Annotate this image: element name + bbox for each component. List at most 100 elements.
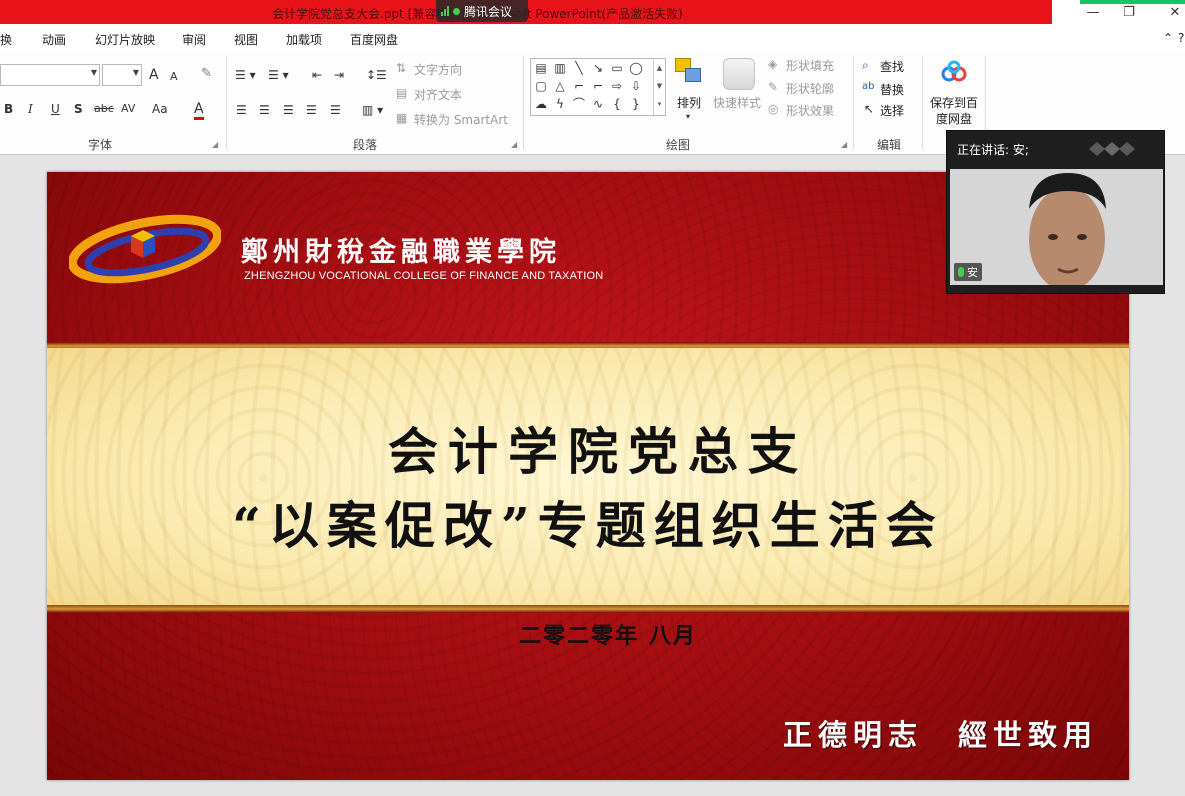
increase-indent-icon[interactable]: ⇥ bbox=[334, 68, 344, 82]
underline-button[interactable]: U bbox=[51, 102, 60, 116]
video-header: 正在讲话: 安; bbox=[947, 131, 1164, 167]
group-divider bbox=[523, 56, 524, 150]
tab-slideshow[interactable]: 幻灯片放映 bbox=[95, 31, 155, 48]
title-bar: 会计学院党总支大会.ppt [兼容模式] - Microsoft PowerPo… bbox=[0, 0, 1185, 26]
meeting-app-label: 腾讯会议 bbox=[464, 4, 513, 19]
collapse-ribbon-icon[interactable]: ⌃ bbox=[1163, 31, 1173, 45]
baidu-cloud-icon[interactable] bbox=[940, 60, 968, 84]
paragraph-group-label: 段落 bbox=[353, 138, 378, 152]
tab-transitions[interactable]: 换 bbox=[0, 31, 12, 48]
arrow-shape-icon[interactable]: ↘ bbox=[590, 61, 606, 75]
elbow-arrow-shape-icon[interactable]: ⌐ bbox=[590, 79, 606, 93]
text-direction-button[interactable]: 文字方向 bbox=[414, 61, 462, 78]
decrease-indent-icon[interactable]: ⇤ bbox=[312, 68, 322, 82]
meeting-indicator[interactable]: 腾讯会议 bbox=[436, 0, 528, 22]
arrange-button[interactable]: 排列 bbox=[677, 94, 701, 111]
font-dialog-launcher-icon[interactable]: ◢ bbox=[212, 140, 218, 149]
rounded-rect-shape-icon[interactable]: ▢ bbox=[533, 79, 549, 93]
slide-title-line2[interactable]: “以案促改”专题组织生活会 bbox=[47, 486, 1129, 558]
justify-icon[interactable]: ☰ bbox=[306, 103, 317, 117]
help-icon[interactable]: ? bbox=[1178, 31, 1185, 45]
text-shadow-button[interactable]: S bbox=[74, 102, 83, 116]
align-left-icon[interactable]: ☰ bbox=[236, 103, 247, 117]
find-button[interactable]: 查找 bbox=[880, 58, 904, 75]
strikethrough-button[interactable]: abc bbox=[94, 102, 114, 115]
participant-video: 安 bbox=[950, 169, 1163, 285]
shrink-font-button[interactable]: A bbox=[170, 70, 178, 83]
shape-effects-icon: ◎ bbox=[768, 102, 779, 116]
quick-styles-button[interactable]: 快速样式 bbox=[713, 94, 761, 111]
rectangle-shape-icon[interactable]: ▭ bbox=[609, 61, 625, 75]
align-center-icon[interactable]: ☰ bbox=[259, 103, 270, 117]
font-group-label: 字体 bbox=[88, 138, 113, 152]
select-button[interactable]: 选择 bbox=[880, 102, 904, 119]
arc-shape-icon[interactable]: ⌒ bbox=[571, 97, 587, 111]
font-color-button[interactable]: A bbox=[194, 101, 204, 120]
quick-styles-icon[interactable] bbox=[723, 58, 755, 90]
left-brace-shape-icon[interactable]: { bbox=[609, 97, 625, 111]
tab-addins[interactable]: 加载项 bbox=[286, 31, 322, 48]
ribbon-tabs: 换 动画 幻灯片放映 审阅 视图 加载项 百度网盘 ⌃ ? bbox=[0, 26, 1185, 52]
right-arrow-shape-icon[interactable]: ⇨ bbox=[609, 79, 625, 93]
tab-view[interactable]: 视图 bbox=[234, 31, 258, 48]
shape-outline-button[interactable]: 形状轮廓 bbox=[786, 80, 834, 97]
save-to-baidu-line2[interactable]: 度网盘 bbox=[936, 110, 972, 127]
align-text-icon: ▤ bbox=[396, 86, 408, 100]
replace-button[interactable]: 替换 bbox=[880, 81, 904, 98]
shapes-gallery[interactable]: ▤ ▥ ╲ ↘ ▭ ◯ ▢ △ ⌐ ⌐ ⇨ ⇩ ☁ ϟ ⌒ ∿ { } ▲ ▼ ▾ bbox=[530, 58, 666, 116]
minimize-button[interactable]: — bbox=[1086, 6, 1100, 20]
save-to-baidu-line1[interactable]: 保存到百 bbox=[930, 94, 978, 111]
bullets-icon[interactable]: ☰ ▾ bbox=[235, 68, 256, 82]
tab-baidu-netdisk[interactable]: 百度网盘 bbox=[350, 31, 398, 48]
change-case-button[interactable]: Aa bbox=[152, 102, 168, 116]
paragraph-dialog-launcher-icon[interactable]: ◢ bbox=[511, 140, 517, 149]
italic-button[interactable]: I bbox=[28, 102, 33, 116]
tab-animations[interactable]: 动画 bbox=[42, 31, 66, 48]
align-right-icon[interactable]: ☰ bbox=[283, 103, 294, 117]
oval-shape-icon[interactable]: ◯ bbox=[628, 61, 644, 75]
character-spacing-button[interactable]: AV bbox=[121, 102, 135, 115]
tab-review[interactable]: 审阅 bbox=[182, 31, 206, 48]
right-brace-shape-icon[interactable]: } bbox=[628, 97, 644, 111]
slide-motto[interactable]: 正德明志 經世致用 bbox=[783, 712, 1098, 754]
shape-effects-button[interactable]: 形状效果 bbox=[786, 102, 834, 119]
triangle-shape-icon[interactable]: △ bbox=[552, 79, 568, 93]
line-shape-icon[interactable]: ╲ bbox=[571, 61, 587, 75]
line-spacing-icon[interactable]: ↕☰ bbox=[366, 68, 387, 82]
shape-fill-icon: ◈ bbox=[768, 57, 778, 71]
meeting-video-window[interactable]: 正在讲话: 安; 安 bbox=[946, 130, 1165, 294]
smartart-icon: ▦ bbox=[396, 111, 408, 125]
speaking-indicator: 正在讲话: 安; bbox=[957, 143, 1029, 157]
font-size-select[interactable]: ▼ bbox=[102, 64, 142, 86]
select-icon: ↖ bbox=[864, 102, 875, 116]
gallery-scroll-icon[interactable]: ▲ ▼ ▾ bbox=[653, 59, 665, 115]
college-name-chinese: 鄭州財稅金融職業學院 bbox=[241, 237, 561, 268]
down-arrow-shape-icon[interactable]: ⇩ bbox=[628, 79, 644, 93]
bold-button[interactable]: B bbox=[4, 102, 13, 116]
text-direction-icon: ⇅ bbox=[396, 61, 407, 75]
columns-icon[interactable]: ▥ ▾ bbox=[362, 103, 383, 117]
college-name-english: ZHENGZHOU VOCATIONAL COLLEGE OF FINANCE … bbox=[244, 270, 604, 282]
text-box-shape-icon[interactable]: ▤ bbox=[533, 61, 549, 75]
drawing-dialog-launcher-icon[interactable]: ◢ bbox=[841, 140, 847, 149]
lightning-shape-icon[interactable]: ϟ bbox=[552, 97, 568, 111]
slide-date[interactable]: 二零二零年 八月 bbox=[47, 618, 1129, 650]
restore-button[interactable]: ❐ bbox=[1122, 6, 1136, 20]
curve-shape-icon[interactable]: ∿ bbox=[590, 97, 606, 111]
arrange-icon[interactable] bbox=[675, 58, 705, 88]
shape-fill-button[interactable]: 形状填充 bbox=[786, 57, 834, 74]
slide-title-line1[interactable]: 会计学院党总支 bbox=[47, 412, 1129, 484]
clear-format-icon[interactable]: ✎ bbox=[201, 66, 212, 81]
convert-smartart-button[interactable]: 转换为 SmartArt bbox=[414, 111, 508, 128]
cloud-shape-icon[interactable]: ☁ bbox=[533, 97, 549, 111]
align-text-button[interactable]: 对齐文本 bbox=[414, 86, 462, 103]
distribute-icon[interactable]: ☰ bbox=[330, 103, 341, 117]
arrange-dropdown-icon[interactable]: ▾ bbox=[686, 112, 690, 121]
elbow-connector-shape-icon[interactable]: ⌐ bbox=[571, 79, 587, 93]
numbering-icon[interactable]: ☰ ▾ bbox=[268, 68, 289, 82]
replace-icon: ab bbox=[862, 81, 875, 92]
grow-font-button[interactable]: A bbox=[149, 67, 159, 83]
close-button[interactable]: ✕ bbox=[1168, 6, 1182, 20]
font-name-select[interactable]: ▼ bbox=[0, 64, 100, 86]
vertical-text-shape-icon[interactable]: ▥ bbox=[552, 61, 568, 75]
